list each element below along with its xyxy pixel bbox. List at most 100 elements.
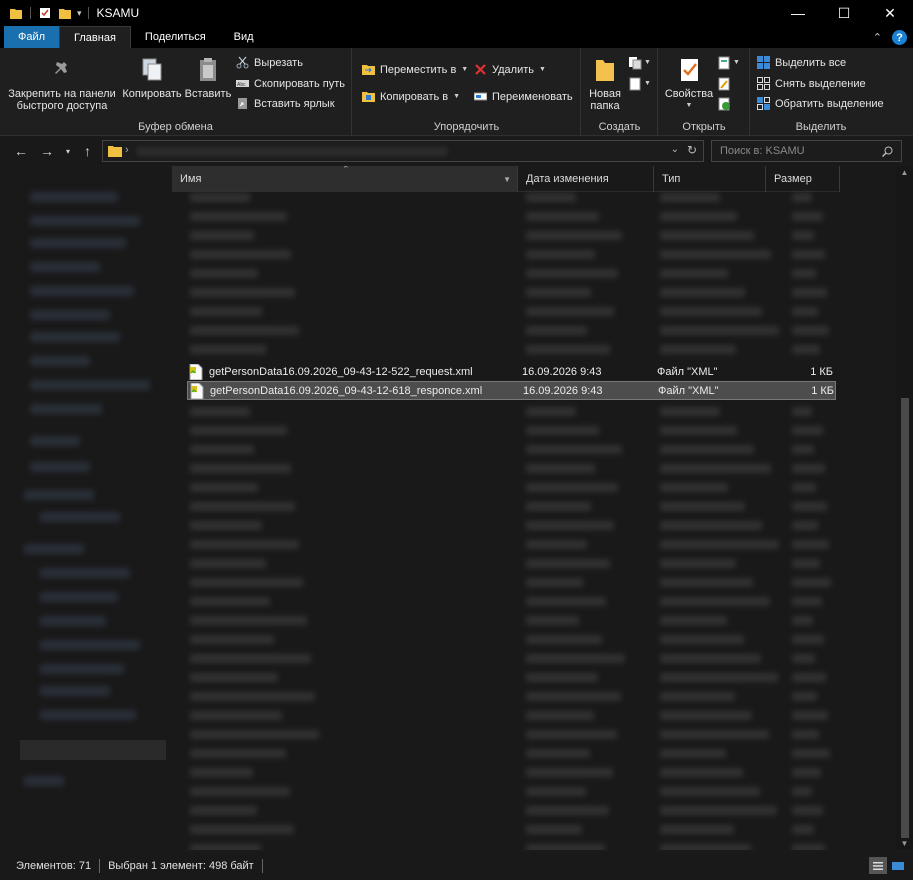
obscured-file-row[interactable] xyxy=(190,825,294,834)
obscured-file-row[interactable] xyxy=(526,269,618,278)
obscured-file-row[interactable] xyxy=(792,540,829,549)
obscured-file-row[interactable] xyxy=(792,787,812,796)
obscured-file-row[interactable] xyxy=(660,825,734,834)
obscured-file-row[interactable] xyxy=(660,540,779,549)
obscured-file-row[interactable] xyxy=(190,749,286,758)
obscured-file-row[interactable] xyxy=(660,844,751,850)
obscured-file-row[interactable] xyxy=(190,692,315,701)
obscured-file-row[interactable] xyxy=(660,616,727,625)
obscured-file-row[interactable] xyxy=(792,559,820,568)
obscured-file-row[interactable] xyxy=(526,407,576,416)
obscured-file-row[interactable] xyxy=(792,483,816,492)
obscured-file-row[interactable] xyxy=(526,711,594,720)
obscured-file-row[interactable] xyxy=(660,426,737,435)
open-caret-icon[interactable]: ▼ xyxy=(733,59,740,66)
obscured-file-row[interactable] xyxy=(526,464,595,473)
forward-arrow-icon[interactable]: → xyxy=(40,143,54,159)
obscured-file-row[interactable] xyxy=(526,673,598,682)
obscured-file-row[interactable] xyxy=(660,578,753,587)
obscured-file-row[interactable] xyxy=(190,578,303,587)
obscured-file-row[interactable] xyxy=(792,597,822,606)
open-icon[interactable] xyxy=(717,56,731,70)
obscured-file-row[interactable] xyxy=(526,326,587,335)
obscured-file-row[interactable] xyxy=(660,559,736,568)
nav-pane-selected-item[interactable] xyxy=(20,740,166,760)
breadcrumb-chevron-icon[interactable]: › xyxy=(125,144,129,156)
properties-button[interactable]: Свойства ▼ xyxy=(663,56,715,112)
obscured-file-row[interactable] xyxy=(660,768,743,777)
obscured-file-row[interactable] xyxy=(792,749,830,758)
obscured-file-row[interactable] xyxy=(526,231,622,240)
obscured-file-row[interactable] xyxy=(792,231,814,240)
obscured-file-row[interactable] xyxy=(792,407,812,416)
obscured-file-row[interactable] xyxy=(792,269,816,278)
obscured-file-row[interactable] xyxy=(792,692,817,701)
new-folder-button[interactable]: Новая папка xyxy=(586,56,624,112)
obscured-file-row[interactable] xyxy=(190,307,262,316)
tab-view[interactable]: Вид xyxy=(220,26,268,48)
obscured-file-row[interactable] xyxy=(526,502,591,511)
paste-shortcut-button[interactable]: Вставить ярлык xyxy=(236,97,335,110)
copy-to-button[interactable]: Копировать в ▼ xyxy=(362,90,460,103)
breadcrumb[interactable] xyxy=(137,147,447,156)
obscured-file-row[interactable] xyxy=(792,730,819,739)
obscured-file-row[interactable] xyxy=(660,654,761,663)
obscured-file-row[interactable] xyxy=(660,711,752,720)
obscured-file-row[interactable] xyxy=(660,597,770,606)
large-icons-view-icon[interactable] xyxy=(889,857,907,874)
collapse-ribbon-icon[interactable]: ⌃ xyxy=(873,31,882,44)
new-folder-quick-icon[interactable] xyxy=(59,7,71,19)
obscured-file-row[interactable] xyxy=(792,464,825,473)
edit-icon[interactable] xyxy=(717,77,731,91)
history-icon[interactable] xyxy=(717,97,731,111)
obscured-file-row[interactable] xyxy=(792,806,823,815)
obscured-file-row[interactable] xyxy=(190,326,299,335)
up-arrow-icon[interactable]: ↑ xyxy=(84,143,91,159)
obscured-file-row[interactable] xyxy=(660,730,769,739)
obscured-file-row[interactable] xyxy=(526,616,579,625)
obscured-file-row[interactable] xyxy=(526,307,614,316)
obscured-file-row[interactable] xyxy=(792,711,828,720)
obscured-file-row[interactable] xyxy=(792,250,825,259)
obscured-file-row[interactable] xyxy=(792,844,825,850)
obscured-file-row[interactable] xyxy=(526,483,618,492)
obscured-file-row[interactable] xyxy=(526,426,599,435)
obscured-file-row[interactable] xyxy=(660,673,778,682)
obscured-file-row[interactable] xyxy=(526,692,621,701)
help-icon[interactable]: ? xyxy=(892,30,907,45)
obscured-file-row[interactable] xyxy=(660,307,762,316)
back-arrow-icon[interactable]: ← xyxy=(14,143,28,159)
obscured-file-row[interactable] xyxy=(660,787,760,796)
address-dropdown-icon[interactable]: ⌄ xyxy=(671,144,679,155)
vertical-scrollbar[interactable]: ▲ ▼ xyxy=(896,166,913,850)
obscured-file-row[interactable] xyxy=(190,673,278,682)
select-all-button[interactable]: Выделить все xyxy=(757,56,846,69)
obscured-file-row[interactable] xyxy=(526,250,595,259)
obscured-file-row[interactable] xyxy=(660,193,720,202)
obscured-file-row[interactable] xyxy=(792,521,818,530)
obscured-file-row[interactable] xyxy=(190,844,261,850)
refresh-icon[interactable]: ↻ xyxy=(687,143,697,157)
file-row-request[interactable]: getPersonData16.09.2026_09-43-12-522_req… xyxy=(187,362,836,381)
obscured-file-row[interactable] xyxy=(792,673,826,682)
obscured-file-row[interactable] xyxy=(792,326,829,335)
invert-selection-button[interactable]: Обратить выделение xyxy=(757,97,884,110)
tab-home[interactable]: Главная xyxy=(59,26,131,48)
obscured-file-row[interactable] xyxy=(190,787,290,796)
obscured-file-row[interactable] xyxy=(660,502,745,511)
maximize-button[interactable]: ☐ xyxy=(821,0,867,26)
obscured-file-row[interactable] xyxy=(792,288,827,297)
obscured-file-row[interactable] xyxy=(526,345,610,354)
obscured-file-row[interactable] xyxy=(660,231,754,240)
obscured-file-row[interactable] xyxy=(190,212,287,221)
details-view-icon[interactable] xyxy=(869,857,887,874)
obscured-file-row[interactable] xyxy=(792,578,831,587)
customize-quick-access-icon[interactable]: ▾ xyxy=(77,8,82,19)
obscured-file-row[interactable] xyxy=(526,806,609,815)
scroll-up-icon[interactable]: ▲ xyxy=(896,168,913,177)
obscured-file-row[interactable] xyxy=(526,635,602,644)
obscured-file-row[interactable] xyxy=(190,768,253,777)
obscured-file-row[interactable] xyxy=(190,407,250,416)
close-button[interactable]: ✕ xyxy=(867,0,913,26)
obscured-file-row[interactable] xyxy=(792,445,814,454)
